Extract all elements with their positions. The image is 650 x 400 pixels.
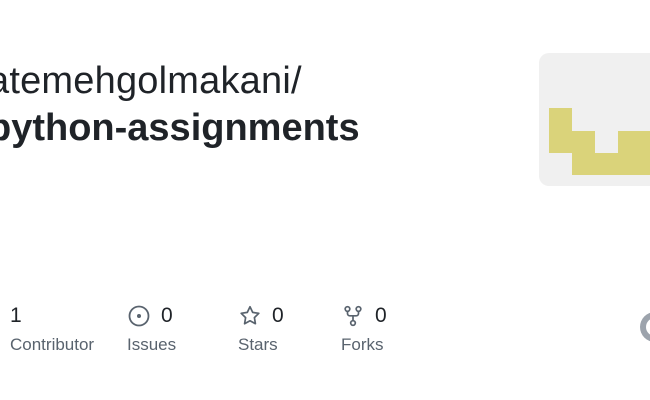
stars-count: 0 xyxy=(272,304,284,327)
repo-owner[interactable]: atemehgolmakani/ xyxy=(0,58,302,104)
contributors-label: Contributor xyxy=(10,335,95,354)
identicon-pattern xyxy=(549,108,650,175)
repo-social-card: atemehgolmakani/ python-assignments 1 Co… xyxy=(0,0,650,400)
github-logo-icon xyxy=(640,312,650,342)
stat-stars[interactable]: 0 Stars xyxy=(238,304,284,356)
repo-name[interactable]: python-assignments xyxy=(0,104,360,152)
fork-icon xyxy=(341,304,365,328)
forks-label: Forks xyxy=(341,335,384,354)
star-icon xyxy=(238,304,262,328)
stat-contributors[interactable]: 1 Contributor xyxy=(10,304,94,356)
contributors-count: 1 xyxy=(10,304,22,327)
issues-label: Issues xyxy=(127,335,177,354)
issue-circle-icon xyxy=(127,304,151,328)
stat-forks[interactable]: 0 Forks xyxy=(341,304,387,356)
owner-avatar xyxy=(539,53,650,186)
stars-label: Stars xyxy=(238,335,278,354)
issues-count: 0 xyxy=(161,304,173,327)
forks-count: 0 xyxy=(375,304,387,327)
stat-issues[interactable]: 0 Issues xyxy=(127,304,176,356)
